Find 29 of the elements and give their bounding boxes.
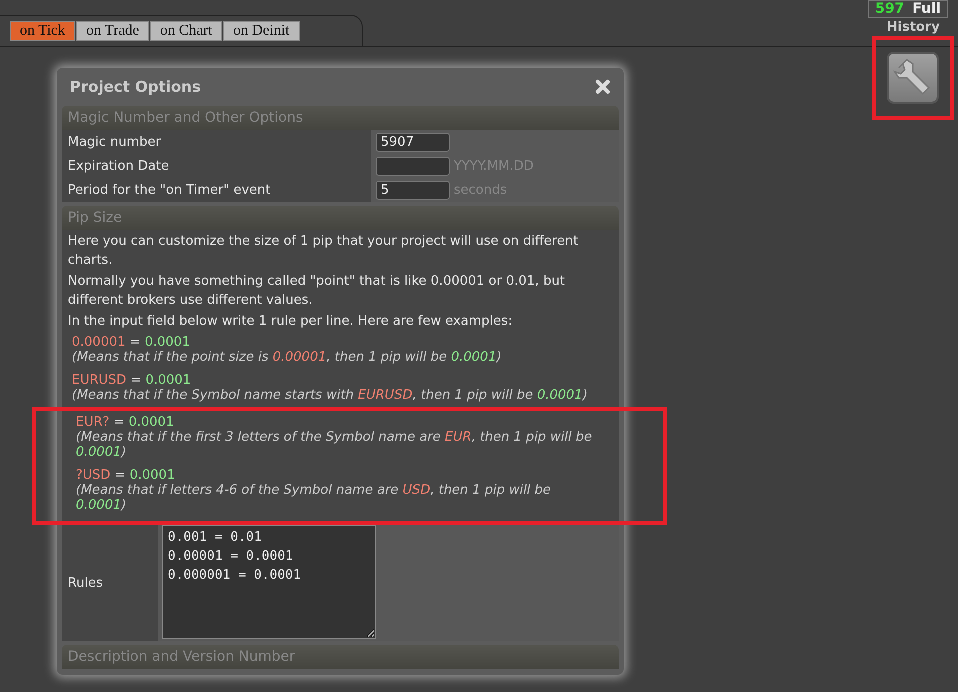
example-rule: 0.00001 = 0.0001 <box>72 335 192 350</box>
input-field[interactable]: 5907 <box>376 132 450 152</box>
example-note: (Means that if letters 4-6 of the Symbol name are USD, then 1 pip will be 0.0001) <box>76 483 552 513</box>
example-note: (Means that if the point size is 0.00001, then 1 pip will be 0.0001) <box>72 350 503 365</box>
example-rule: EURUSD = 0.0001 <box>72 373 192 388</box>
count-value: 597 <box>875 1 905 17</box>
option-label: Magic number <box>68 134 162 150</box>
history-label: History <box>886 20 940 35</box>
rules-field[interactable]: 0.001 = 0.01 0.00001 = 0.0001 0.000001 = 0.0001 <box>162 525 376 639</box>
example-rule: EUR? = 0.0001 <box>76 415 176 430</box>
dialog-title: Project Options <box>70 78 202 96</box>
event-tab[interactable]: on Trade <box>76 21 150 41</box>
paragraph: Here you can customize the size of 1 pip that your project will use on different charts. <box>67 233 580 270</box>
input-field[interactable] <box>376 156 450 176</box>
rules-label: Rules <box>68 576 104 590</box>
option-label: Period for the "on Timer" event <box>68 182 271 198</box>
event-tab[interactable]: on Chart <box>150 21 222 41</box>
example-note: (Means that if the first 3 letters of the Symbol name are EUR, then 1 pip will be 0.0001) <box>76 430 594 460</box>
close-button[interactable] <box>595 79 611 95</box>
paragraph: In the input field below write 1 rule per line. Here are few examples: <box>67 313 514 331</box>
event-tab[interactable]: on Tick <box>10 21 76 41</box>
option-label: Expiration Date <box>68 158 170 174</box>
input-field[interactable]: 5 <box>376 180 450 200</box>
mode-label: Full <box>912 1 941 17</box>
paragraph: Normally you have something called "point" that is like 0.00001 or 0.01, but different brokers use different values. <box>67 273 566 310</box>
settings-button[interactable] <box>887 52 939 104</box>
event-tab[interactable]: on Deinit <box>223 21 300 41</box>
example-note: (Means that if the Symbol name starts with EURUSD, then 1 pip will be 0.0001) <box>72 388 589 403</box>
example-rule: ?USD = 0.0001 <box>76 468 176 483</box>
